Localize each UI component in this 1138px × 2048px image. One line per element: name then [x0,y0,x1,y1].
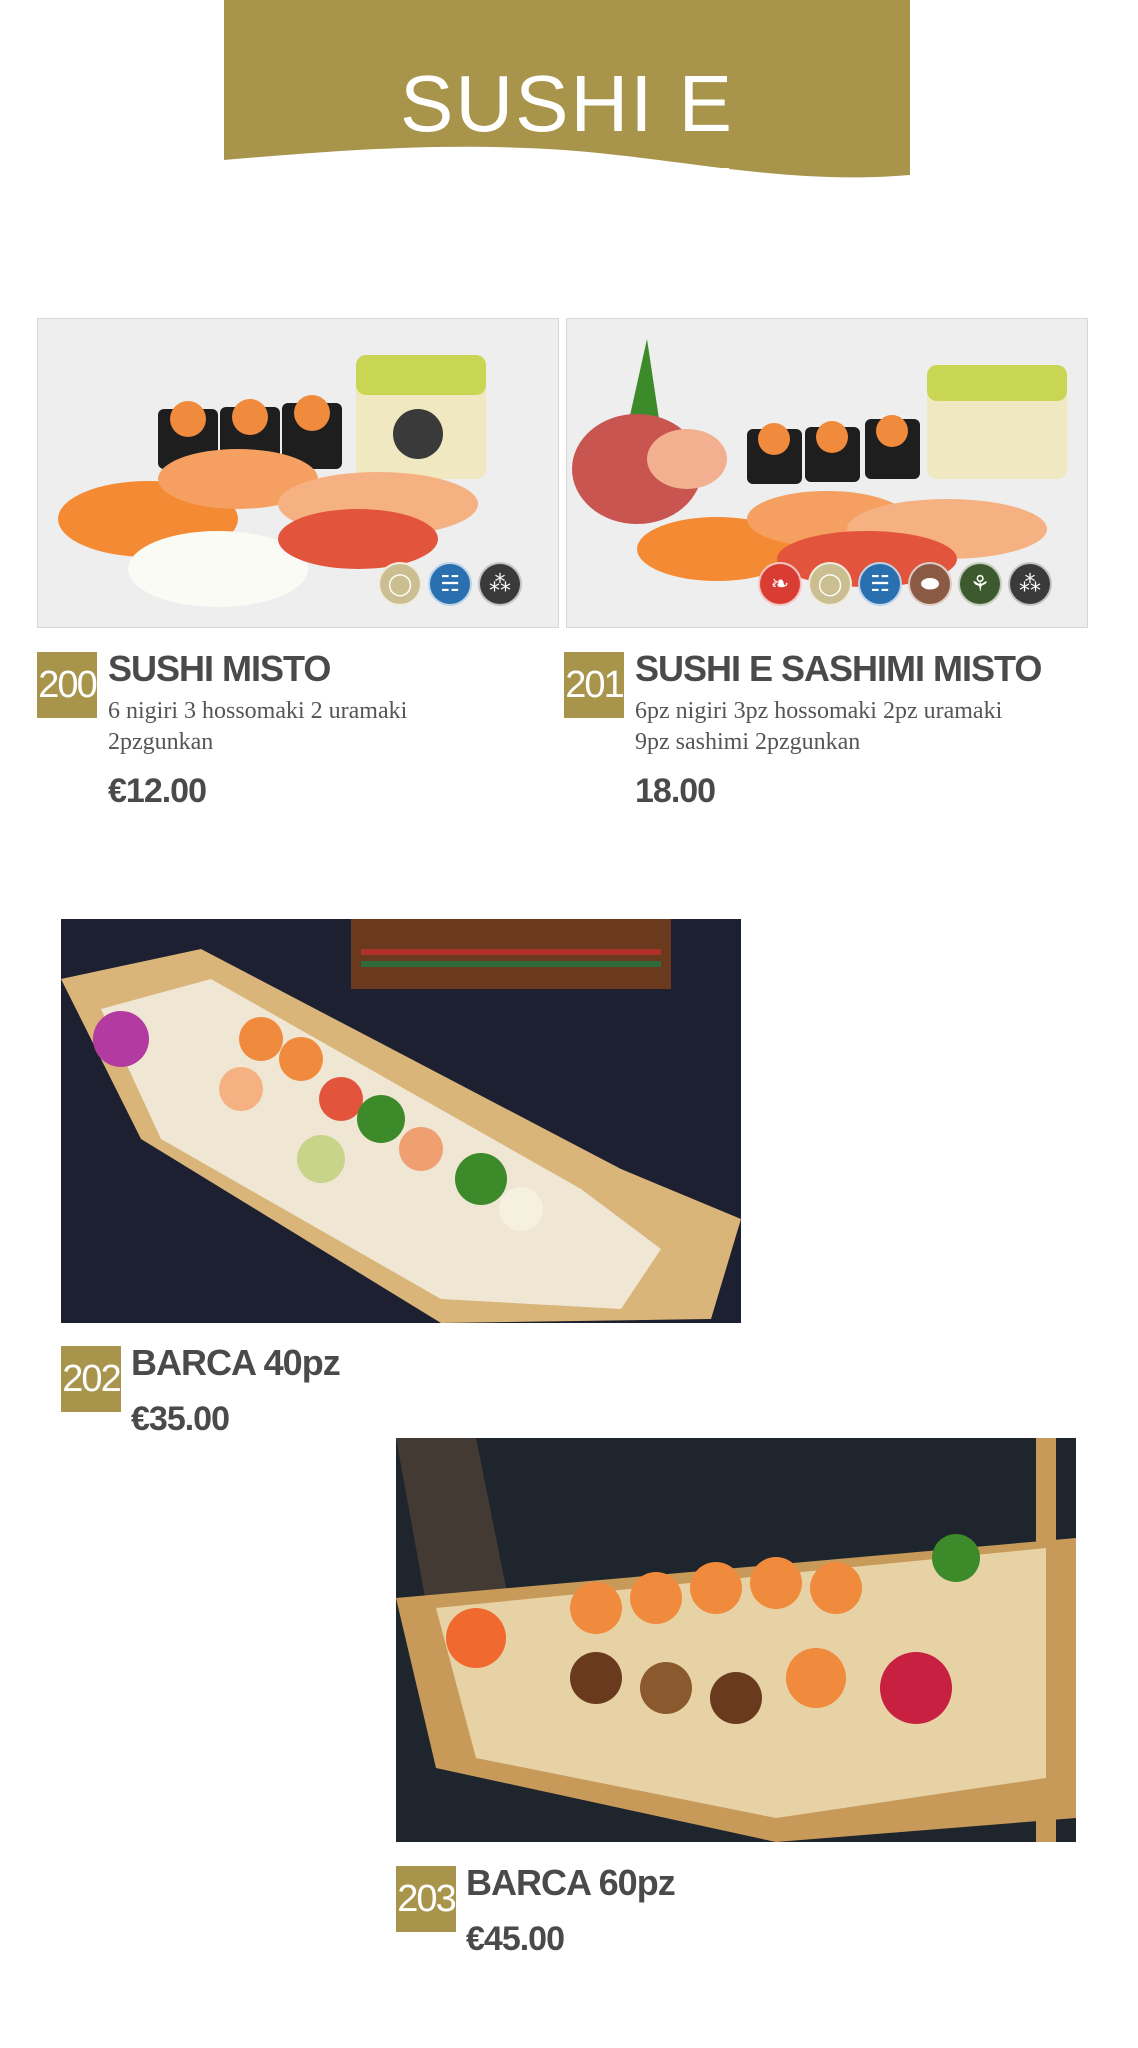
fish-icon: ☵ [858,562,902,606]
item-number-badge: 201 [564,652,625,718]
item-price: 18.00 [635,772,716,810]
soy-icon: ⚘ [958,562,1002,606]
sesame-icon: ⁂ [478,562,522,606]
item-name: SUSHI MISTO [108,648,331,689]
item-description: 6pz nigiri 3pz hossomaki 2pz uramaki 9pz… [635,698,1003,755]
item-description: 6 nigiri 3 hossomaki 2 uramaki 2pzgunkan [108,698,408,755]
item-price: €35.00 [131,1400,230,1438]
item-name: BARCA 40pz [131,1342,341,1383]
sesame-icon: ⁂ [1008,562,1052,606]
barca-40pz-photo [61,919,741,1323]
item-number-badge: 202 [61,1346,122,1412]
crustacean-icon: ❧ [758,562,802,606]
egg-icon: ◯ [808,562,852,606]
item-number-badge: 203 [396,1866,457,1932]
peanut-icon: ⬬ [908,562,952,606]
sushi-misto-allergens: ◯ ☵ ⁂ [378,562,522,606]
item-number-badge: 200 [37,652,98,718]
item-name: SUSHI E SASHIMI MISTO [635,648,1042,689]
egg-icon: ◯ [378,562,422,606]
item-name: BARCA 60pz [466,1862,676,1903]
page-title: SUSHI E SASHIMI [395,59,739,240]
title-banner: SUSHI E SASHIMI [224,0,910,240]
item-price: €12.00 [108,772,207,810]
sushi-e-sashimi-misto-allergens: ❧ ◯ ☵ ⬬ ⚘ ⁂ [758,562,1052,606]
item-price: €45.00 [466,1920,565,1958]
barca-60pz-photo [396,1438,1076,1842]
fish-icon: ☵ [428,562,472,606]
